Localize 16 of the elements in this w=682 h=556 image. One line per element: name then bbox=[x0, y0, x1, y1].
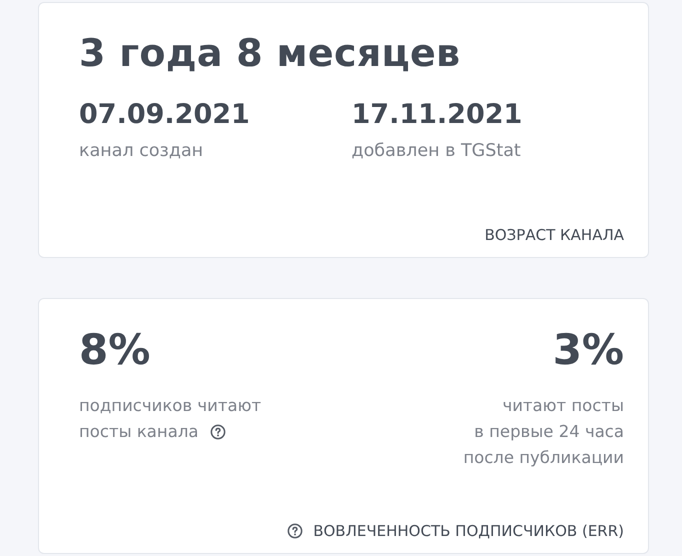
stat-description: читают посты bbox=[502, 395, 624, 418]
stat-description: после публикации bbox=[463, 447, 624, 470]
channel-age: 3 года 8 месяцев bbox=[79, 33, 462, 75]
help-icon[interactable] bbox=[210, 424, 226, 440]
date-value: 17.11.2021 bbox=[352, 98, 524, 132]
date-label: канал создан bbox=[79, 141, 204, 162]
stat-description: подписчиков читают bbox=[79, 395, 262, 418]
help-icon[interactable] bbox=[287, 523, 304, 539]
card-title: ВОВЛЕЧЕННОСТЬ ПОДПИСЧИКОВ (ERR) bbox=[313, 522, 624, 540]
stat-value: 3% bbox=[552, 327, 624, 374]
card-title: ВОЗРАСТ КАНАЛА bbox=[484, 226, 624, 244]
date-label: добавлен в TGStat bbox=[352, 141, 522, 162]
stat-description: в первые 24 часа bbox=[474, 421, 624, 444]
stat-description: посты канала bbox=[79, 421, 198, 444]
date-value: 07.09.2021 bbox=[79, 98, 251, 132]
stat-value: 8% bbox=[79, 327, 152, 374]
